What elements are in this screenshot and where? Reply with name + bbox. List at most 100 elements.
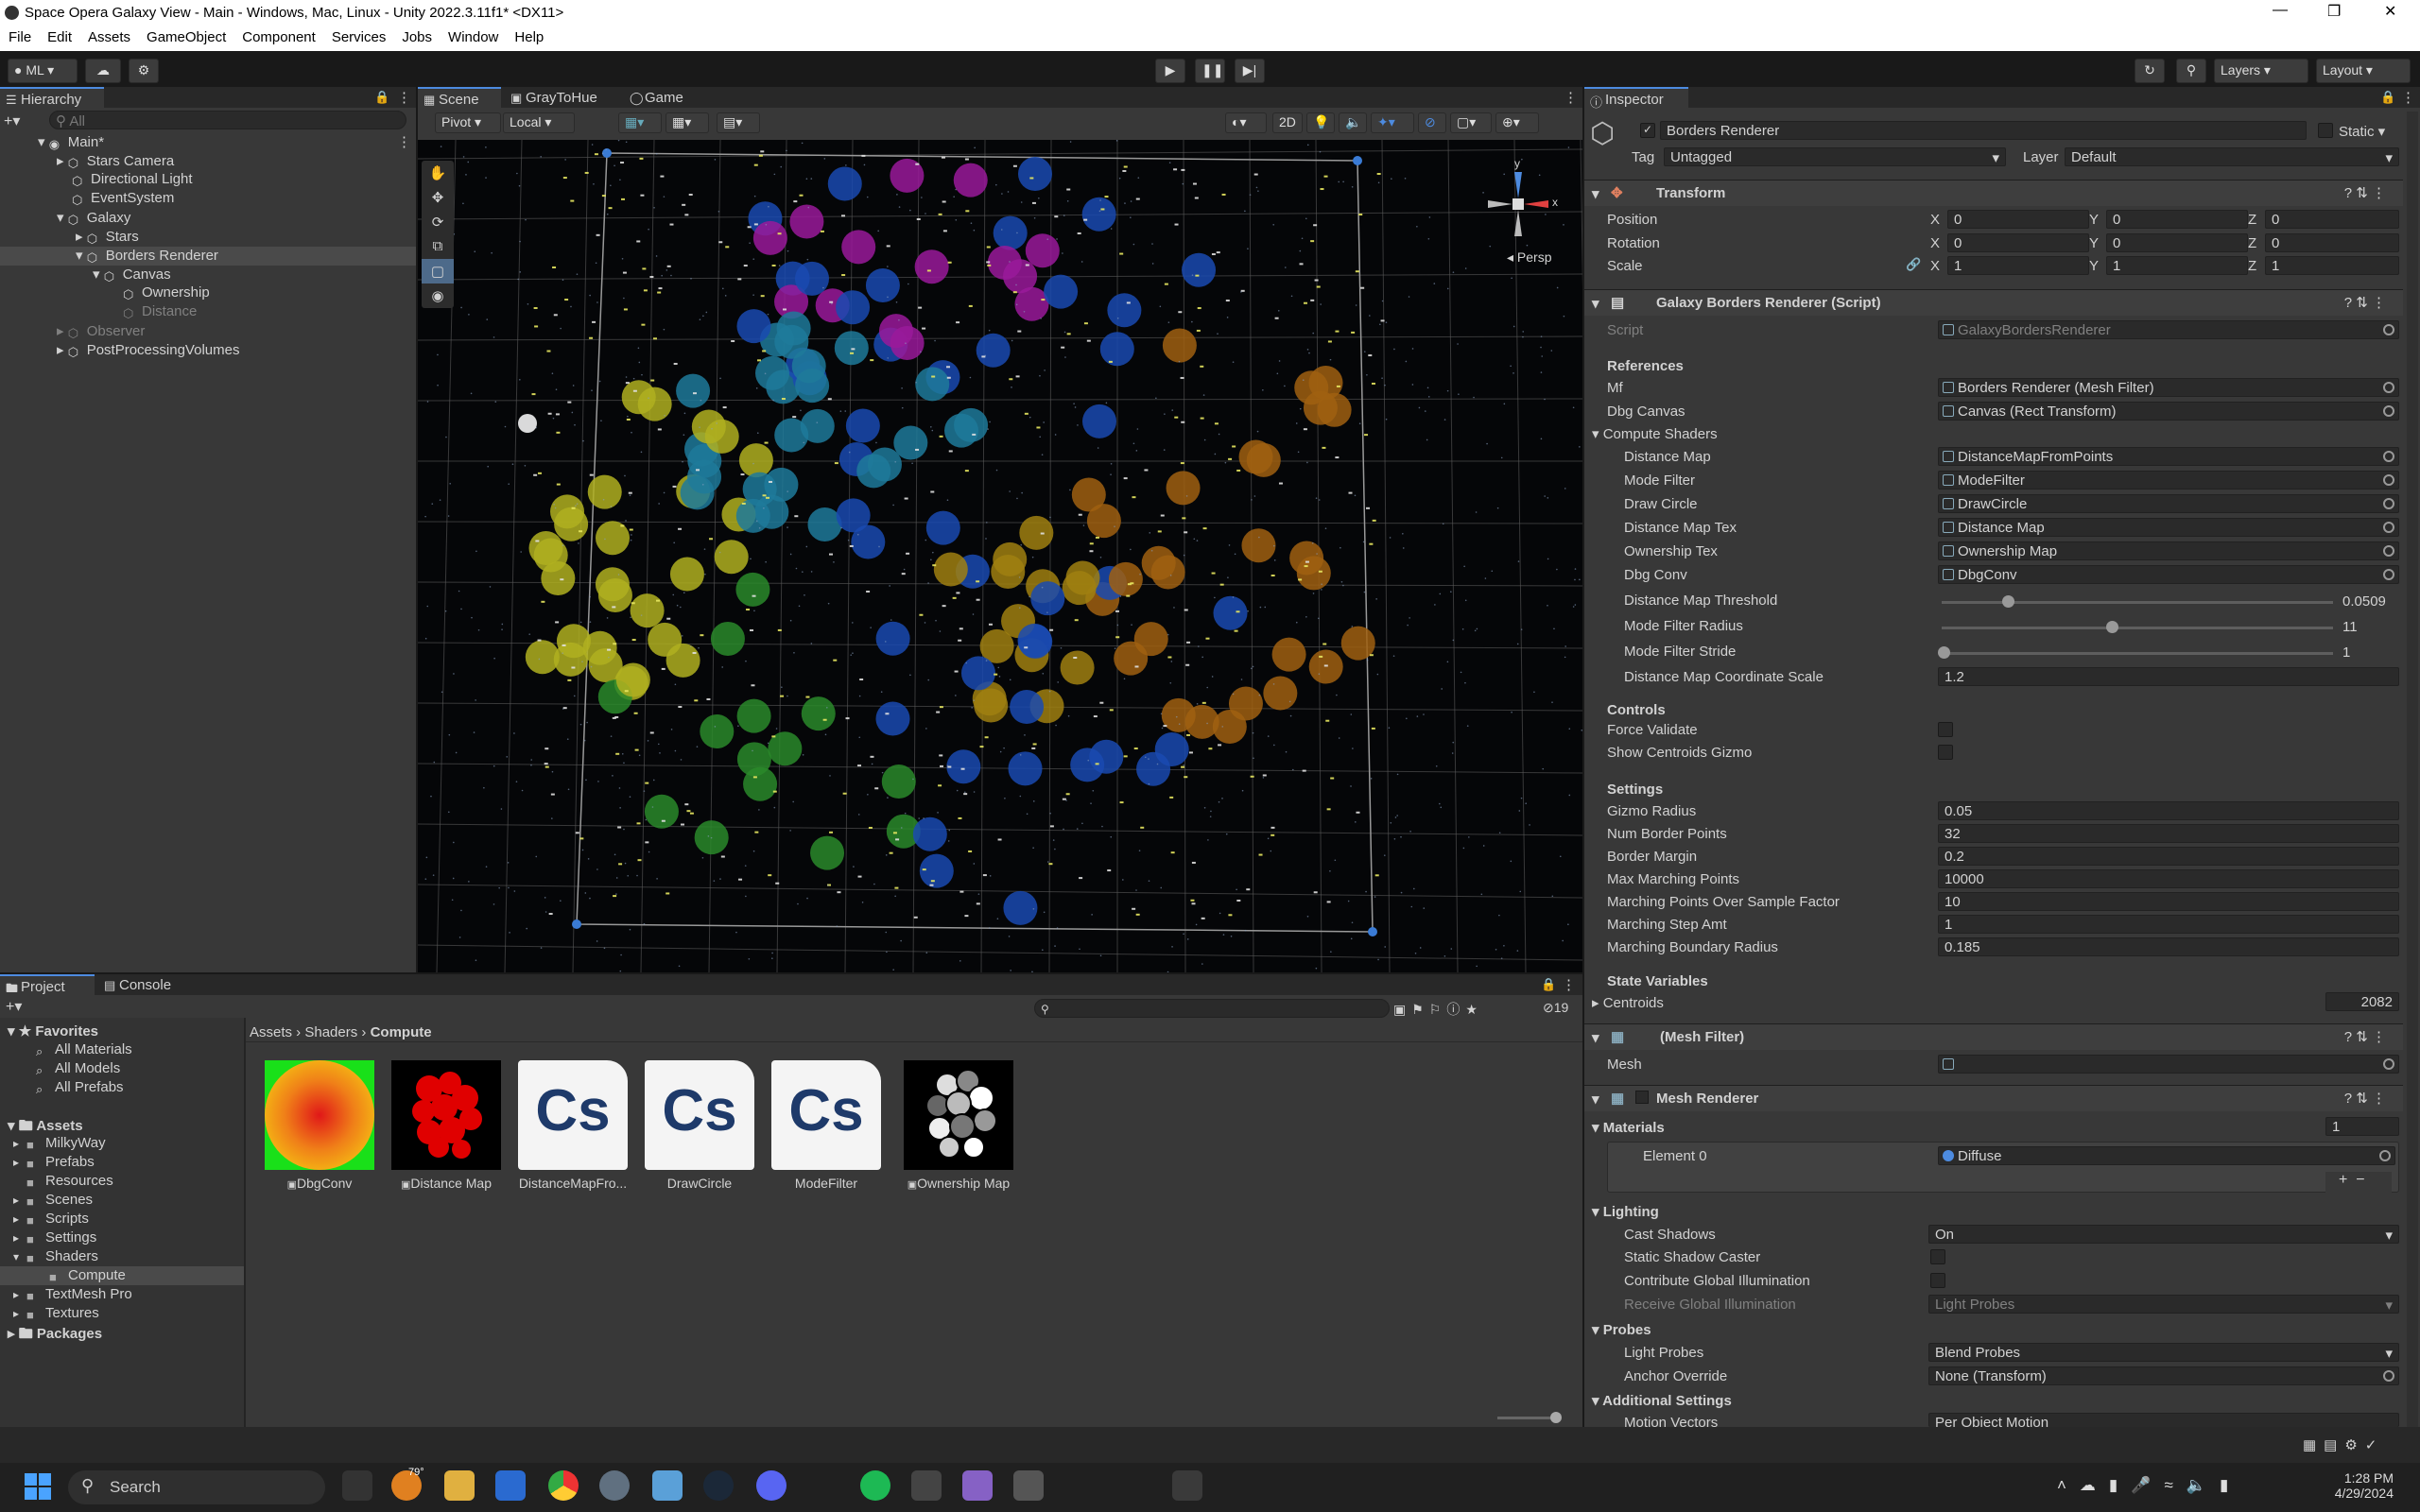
picker-icon[interactable] (2383, 498, 2394, 509)
visual-studio-icon[interactable] (962, 1470, 993, 1501)
hidden-objects-icon[interactable]: ⊘ (1418, 112, 1446, 133)
x-axis-label[interactable]: X (1930, 258, 1940, 274)
shader-row-field[interactable]: ModeFilter (1938, 471, 2399, 490)
mf-field[interactable]: Borders Renderer (Mesh Filter) (1938, 378, 2399, 397)
settings-row-input[interactable]: 0.2 (1938, 847, 2399, 866)
radius-slider[interactable] (1942, 627, 2333, 629)
asset-dbgconv[interactable]: ▣DbgConv (263, 1060, 376, 1191)
picker-icon[interactable] (2383, 1058, 2394, 1070)
light-probes-dropdown[interactable]: Blend Probes ▾ (1928, 1343, 2399, 1362)
shader-row-field[interactable]: Ownership Map (1938, 541, 2399, 560)
x-axis-label[interactable]: X (1930, 235, 1940, 251)
material-field[interactable]: Diffuse (1938, 1146, 2395, 1165)
tab-hierarchy[interactable]: ☰ Hierarchy (0, 87, 104, 108)
component-menu-icons[interactable]: ? ⇅ ⋮ (2344, 1090, 2386, 1107)
position-z-input[interactable]: 0 (2265, 210, 2399, 229)
weather-icon[interactable]: 79° (391, 1467, 424, 1501)
contribute-gi-checkbox[interactable] (1930, 1273, 1945, 1288)
scene-kebab-icon[interactable]: ⋮ (397, 133, 411, 150)
folder-item[interactable]: ▸ ■ Scenes (13, 1192, 93, 1209)
menu-component[interactable]: Component (233, 26, 323, 45)
settings-row-input[interactable]: 32 (1938, 824, 2399, 843)
folder-item[interactable]: ▸ ■ MilkyWay (13, 1135, 106, 1152)
stride-slider-handle[interactable] (1938, 646, 1950, 659)
lighting-icon[interactable]: 💡 (1306, 112, 1335, 133)
rect-handle[interactable] (602, 148, 612, 158)
rect-handle[interactable] (572, 919, 581, 929)
windows-start-icon[interactable] (23, 1471, 53, 1502)
threshold-slider[interactable] (1942, 601, 2333, 604)
materials-count[interactable]: 1 (2325, 1117, 2399, 1136)
folder-item[interactable]: ▸ ■ Settings (13, 1229, 96, 1246)
component-menu-icons[interactable]: ? ⇅ ⋮ (2344, 184, 2386, 201)
hidden-count[interactable]: ⊘19 (1543, 1000, 1568, 1016)
thumbnail-size-slider[interactable] (1497, 1417, 1556, 1419)
tab-game[interactable]: ◯ Game (624, 87, 709, 108)
unity-editor-icon[interactable] (1013, 1470, 1044, 1501)
breadcrumb-assets[interactable]: Assets (250, 1024, 292, 1040)
static-dropdown[interactable]: Static ▾ (2339, 123, 2385, 140)
unity-hub-icon[interactable] (911, 1470, 942, 1501)
file-explorer-icon[interactable] (444, 1470, 475, 1501)
task-view-icon[interactable] (342, 1470, 372, 1501)
shader-row-field[interactable]: DistanceMapFromPoints (1938, 447, 2399, 466)
rect-tool-icon[interactable]: ▢ (422, 259, 454, 284)
hierarchy-item-borders-renderer[interactable]: ▾ ⬡ Borders Renderer (76, 247, 218, 265)
transform-header[interactable]: ▾ ✥ Transform? ⇅ ⋮ (1584, 180, 2403, 206)
move-tool-icon[interactable]: ✥ (422, 185, 454, 210)
transform-tool-icon[interactable]: ◉ (422, 284, 454, 308)
z-axis-label[interactable]: Z (2248, 258, 2256, 274)
script-component-header[interactable]: ▾ ▤ Galaxy Borders Renderer (Script)? ⇅ ⋮ (1584, 289, 2403, 316)
y-axis-label[interactable]: Y (2089, 235, 2099, 251)
lighting-foldout[interactable]: ▾ Lighting (1592, 1203, 1659, 1220)
compute-shaders-foldout[interactable]: ▾ Compute Shaders (1592, 425, 1718, 442)
hierarchy-item-stars[interactable]: ▸ ⬡ Stars (76, 228, 139, 246)
y-axis-label[interactable]: Y (2089, 258, 2099, 274)
tag-dropdown[interactable]: Untagged ▾ (1664, 147, 2006, 166)
pivot-dropdown[interactable]: Pivot ▾ (435, 112, 501, 133)
scale-tool-icon[interactable]: ⧉ (422, 234, 454, 259)
centroids-count[interactable]: 2082 (2325, 992, 2399, 1011)
y-axis-label[interactable]: Y (2089, 212, 2099, 228)
gizmos-icon[interactable]: ⊕▾ (1495, 112, 1539, 133)
cloud-icon[interactable]: ☁ (85, 59, 121, 83)
collab-icon[interactable]: ⚙ (129, 59, 159, 83)
favorites-folder[interactable]: ▾ ★ Favorites (8, 1022, 98, 1040)
show-gizmo-checkbox[interactable] (1938, 745, 1953, 760)
audio-icon[interactable]: 🔈 (1339, 112, 1367, 133)
picker-icon[interactable] (2383, 382, 2394, 393)
camera-icon[interactable]: ▢▾ (1450, 112, 1492, 133)
layers-dropdown[interactable]: Layers ▾ (2214, 59, 2308, 83)
rect-handle[interactable] (1368, 927, 1377, 936)
clock[interactable]: 1:28 PM 4/29/2024 (2314, 1470, 2394, 1501)
picker-icon[interactable] (2383, 1370, 2394, 1382)
hierarchy-item-directional-light[interactable]: ⬡ Directional Light (72, 171, 193, 188)
folder-item[interactable]: ■ Compute (36, 1267, 126, 1284)
folder-item[interactable]: ▸ ■ Prefabs (13, 1154, 95, 1171)
steam-icon[interactable] (703, 1470, 734, 1501)
grid-snap-icon[interactable]: ▦▾ (618, 112, 662, 133)
project-filter-icons[interactable]: ▣⚑⚐ⓘ★ (1393, 1000, 1483, 1019)
rotation-z-input[interactable]: 0 (2265, 233, 2399, 252)
asset-modefilter[interactable]: Cs ModeFilter (769, 1060, 883, 1191)
materials-foldout[interactable]: ▾ Materials (1592, 1119, 1665, 1136)
kebab-icon[interactable]: ⋮ (397, 89, 411, 106)
lock-icon[interactable]: 🔒 (2380, 90, 2395, 105)
hierarchy-item-postprocessing[interactable]: ▸ ⬡ PostProcessingVolumes (57, 341, 239, 359)
mesh-filter-header[interactable]: ▾ ▦ (Mesh Filter)? ⇅ ⋮ (1584, 1023, 2403, 1050)
rotation-y-input[interactable]: 0 (2106, 233, 2248, 252)
cast-shadows-dropdown[interactable]: On ▾ (1928, 1225, 2399, 1244)
folder-item[interactable]: ▸ ■ Textures (13, 1305, 99, 1322)
asset-distance-map[interactable]: ▣Distance Map (389, 1060, 503, 1191)
tab-inspector[interactable]: ⓘ Inspector (1584, 87, 1688, 110)
component-menu-icons[interactable]: ? ⇅ ⋮ (2344, 294, 2386, 311)
hierarchy-item-eventsystem[interactable]: ⬡ EventSystem (72, 190, 174, 207)
x-axis-label[interactable]: X (1930, 212, 1940, 228)
history-icon[interactable]: ↻ (2135, 59, 2165, 83)
breadcrumb-shaders[interactable]: Shaders (304, 1024, 357, 1040)
hierarchy-item-canvas[interactable]: ▾ ⬡ Canvas (93, 266, 171, 284)
defender-icon[interactable] (495, 1470, 526, 1501)
settings-row-input[interactable]: 1 (1938, 915, 2399, 934)
menu-jobs[interactable]: Jobs (393, 26, 440, 45)
coord-scale-input[interactable]: 1.2 (1938, 667, 2399, 686)
